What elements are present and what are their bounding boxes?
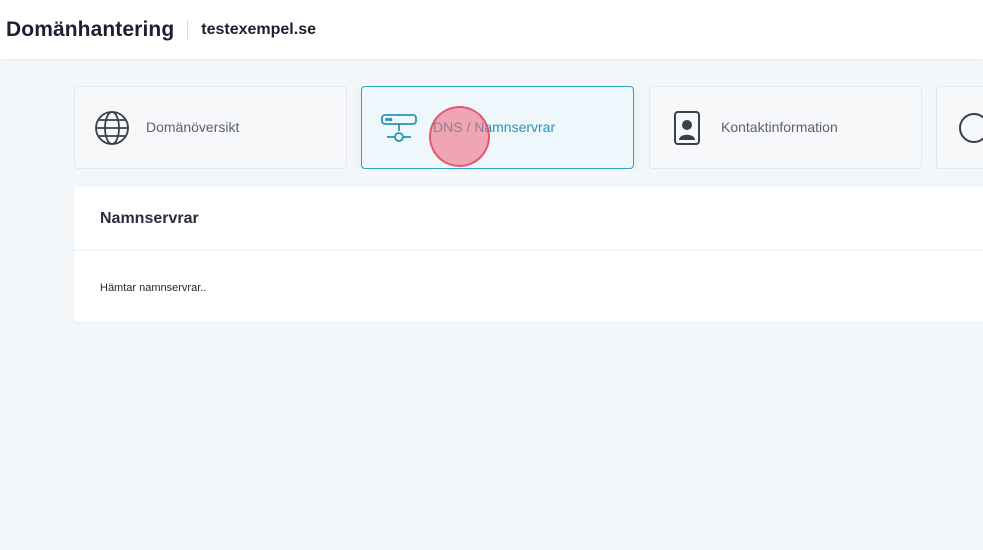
card-body: Hämtar namnservrar.. [74, 251, 983, 296]
tab-label: Domänöversikt [146, 119, 240, 135]
circle-icon [955, 109, 983, 147]
domain-name: testexempel.se [201, 20, 316, 38]
tab-label: Kontaktinformation [721, 119, 838, 135]
top-bar: Domänhantering testexempel.se [0, 0, 983, 59]
title-divider [187, 19, 189, 40]
nameservers-card: Namnservrar Hämtar namnservrar.. [74, 187, 983, 322]
section-tabs: Domänöversikt DNS / Namnservrar Kontakti [74, 86, 983, 169]
tab-more[interactable] [936, 86, 983, 169]
card-header: Namnservrar [74, 187, 983, 251]
card-title: Namnservrar [100, 209, 199, 227]
tab-label: DNS / Namnservrar [433, 119, 556, 135]
globe-icon [93, 109, 131, 147]
tab-contact-information[interactable]: Kontaktinformation [649, 86, 922, 169]
server-network-icon [380, 109, 418, 147]
tab-dns-nameservers[interactable]: DNS / Namnservrar [361, 86, 634, 169]
loading-status: Hämtar namnservrar.. [100, 282, 207, 294]
tab-domain-overview[interactable]: Domänöversikt [74, 86, 347, 169]
app-title: Domänhantering [6, 17, 175, 41]
contact-card-icon [668, 109, 706, 147]
